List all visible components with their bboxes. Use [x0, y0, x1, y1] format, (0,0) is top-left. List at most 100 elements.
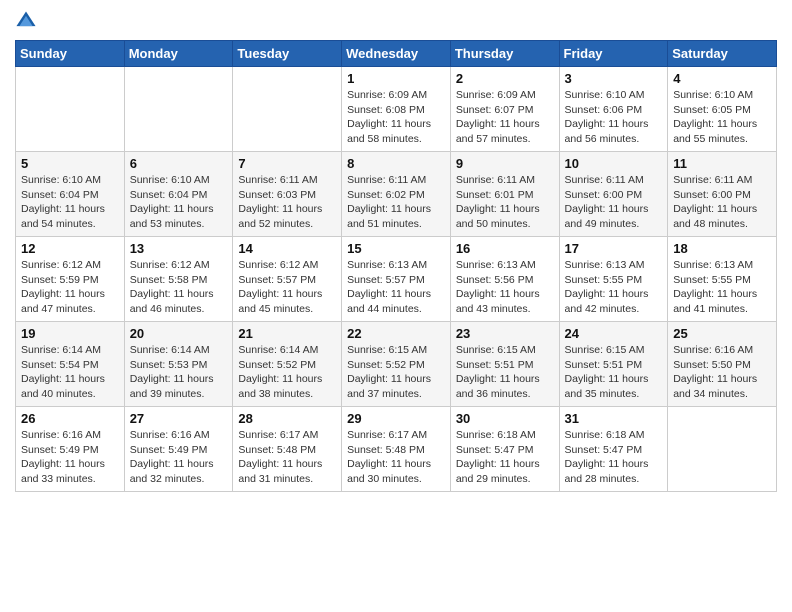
- day-info: Sunrise: 6:13 AMSunset: 5:57 PMDaylight:…: [347, 258, 445, 317]
- day-number: 3: [565, 71, 663, 86]
- day-cell: 26Sunrise: 6:16 AMSunset: 5:49 PMDayligh…: [16, 407, 125, 492]
- day-info: Sunrise: 6:14 AMSunset: 5:53 PMDaylight:…: [130, 343, 228, 402]
- day-info: Sunrise: 6:18 AMSunset: 5:47 PMDaylight:…: [456, 428, 554, 487]
- day-info: Sunrise: 6:12 AMSunset: 5:58 PMDaylight:…: [130, 258, 228, 317]
- day-cell: [16, 67, 125, 152]
- day-info: Sunrise: 6:18 AMSunset: 5:47 PMDaylight:…: [565, 428, 663, 487]
- day-number: 2: [456, 71, 554, 86]
- day-cell: [668, 407, 777, 492]
- day-cell: 30 Sunrise: 6:18 AMSunset: 5:47 PMDayligh…: [450, 407, 559, 492]
- day-number: 10: [565, 156, 663, 171]
- week-row-5: 26Sunrise: 6:16 AMSunset: 5:49 PMDayligh…: [16, 407, 777, 492]
- week-row-2: 5 Sunrise: 6:10 AMSunset: 6:04 PMDaylight…: [16, 152, 777, 237]
- calendar-container: SundayMondayTuesdayWednesdayThursdayFrid…: [0, 0, 792, 502]
- day-cell: 15 Sunrise: 6:13 AMSunset: 5:57 PMDayligh…: [342, 237, 451, 322]
- day-number: 12: [21, 241, 119, 256]
- day-info: Sunrise: 6:13 AMSunset: 5:55 PMDaylight:…: [565, 258, 663, 317]
- day-info: Sunrise: 6:15 AMSunset: 5:51 PMDaylight:…: [456, 343, 554, 402]
- day-info: Sunrise: 6:11 AMSunset: 6:00 PMDaylight:…: [673, 173, 771, 232]
- day-number: 19: [21, 326, 119, 341]
- day-number: 8: [347, 156, 445, 171]
- day-number: 1: [347, 71, 445, 86]
- weekday-sunday: Sunday: [16, 41, 125, 67]
- day-number: 31: [565, 411, 663, 426]
- day-cell: 16 Sunrise: 6:13 AMSunset: 5:56 PMDayligh…: [450, 237, 559, 322]
- day-cell: 14 Sunrise: 6:12 AMSunset: 5:57 PMDayligh…: [233, 237, 342, 322]
- day-info: Sunrise: 6:11 AMSunset: 6:02 PMDaylight:…: [347, 173, 445, 232]
- weekday-tuesday: Tuesday: [233, 41, 342, 67]
- day-info: Sunrise: 6:16 AMSunset: 5:50 PMDaylight:…: [673, 343, 771, 402]
- day-number: 13: [130, 241, 228, 256]
- day-info: Sunrise: 6:10 AMSunset: 6:04 PMDaylight:…: [21, 173, 119, 232]
- day-info: Sunrise: 6:17 AMSunset: 5:48 PMDaylight:…: [347, 428, 445, 487]
- day-cell: 10Sunrise: 6:11 AMSunset: 6:00 PMDayligh…: [559, 152, 668, 237]
- day-info: Sunrise: 6:15 AMSunset: 5:51 PMDaylight:…: [565, 343, 663, 402]
- day-cell: 5 Sunrise: 6:10 AMSunset: 6:04 PMDaylight…: [16, 152, 125, 237]
- day-number: 27: [130, 411, 228, 426]
- day-cell: 12 Sunrise: 6:12 AMSunset: 5:59 PMDayligh…: [16, 237, 125, 322]
- day-number: 15: [347, 241, 445, 256]
- day-info: Sunrise: 6:13 AMSunset: 5:55 PMDaylight:…: [673, 258, 771, 317]
- day-cell: 1 Sunrise: 6:09 AMSunset: 6:08 PMDaylight…: [342, 67, 451, 152]
- day-info: Sunrise: 6:09 AMSunset: 6:07 PMDaylight:…: [456, 88, 554, 147]
- day-number: 20: [130, 326, 228, 341]
- day-info: Sunrise: 6:16 AMSunset: 5:49 PMDaylight:…: [21, 428, 119, 487]
- day-info: Sunrise: 6:10 AMSunset: 6:04 PMDaylight:…: [130, 173, 228, 232]
- day-cell: 8 Sunrise: 6:11 AMSunset: 6:02 PMDaylight…: [342, 152, 451, 237]
- day-number: 21: [238, 326, 336, 341]
- day-number: 9: [456, 156, 554, 171]
- day-cell: 18 Sunrise: 6:13 AMSunset: 5:55 PMDayligh…: [668, 237, 777, 322]
- day-cell: 25 Sunrise: 6:16 AMSunset: 5:50 PMDayligh…: [668, 322, 777, 407]
- day-number: 30: [456, 411, 554, 426]
- day-cell: 21Sunrise: 6:14 AMSunset: 5:52 PMDayligh…: [233, 322, 342, 407]
- day-cell: 4Sunrise: 6:10 AMSunset: 6:05 PMDaylight…: [668, 67, 777, 152]
- day-cell: 23 Sunrise: 6:15 AMSunset: 5:51 PMDayligh…: [450, 322, 559, 407]
- day-cell: 27 Sunrise: 6:16 AMSunset: 5:49 PMDayligh…: [124, 407, 233, 492]
- weekday-monday: Monday: [124, 41, 233, 67]
- day-cell: 20 Sunrise: 6:14 AMSunset: 5:53 PMDayligh…: [124, 322, 233, 407]
- day-cell: 9 Sunrise: 6:11 AMSunset: 6:01 PMDaylight…: [450, 152, 559, 237]
- day-number: 25: [673, 326, 771, 341]
- day-cell: 29 Sunrise: 6:17 AMSunset: 5:48 PMDayligh…: [342, 407, 451, 492]
- day-number: 5: [21, 156, 119, 171]
- day-info: Sunrise: 6:15 AMSunset: 5:52 PMDaylight:…: [347, 343, 445, 402]
- day-cell: 3 Sunrise: 6:10 AMSunset: 6:06 PMDaylight…: [559, 67, 668, 152]
- day-number: 24: [565, 326, 663, 341]
- day-cell: 24 Sunrise: 6:15 AMSunset: 5:51 PMDayligh…: [559, 322, 668, 407]
- logo-icon: [15, 10, 37, 32]
- day-info: Sunrise: 6:11 AMSunset: 6:03 PMDaylight:…: [238, 173, 336, 232]
- day-info: Sunrise: 6:12 AMSunset: 5:57 PMDaylight:…: [238, 258, 336, 317]
- day-cell: 17 Sunrise: 6:13 AMSunset: 5:55 PMDayligh…: [559, 237, 668, 322]
- day-cell: 6Sunrise: 6:10 AMSunset: 6:04 PMDaylight…: [124, 152, 233, 237]
- calendar-table: SundayMondayTuesdayWednesdayThursdayFrid…: [15, 40, 777, 492]
- day-info: Sunrise: 6:12 AMSunset: 5:59 PMDaylight:…: [21, 258, 119, 317]
- weekday-header-row: SundayMondayTuesdayWednesdayThursdayFrid…: [16, 41, 777, 67]
- day-number: 28: [238, 411, 336, 426]
- day-info: Sunrise: 6:10 AMSunset: 6:06 PMDaylight:…: [565, 88, 663, 147]
- day-number: 22: [347, 326, 445, 341]
- day-info: Sunrise: 6:16 AMSunset: 5:49 PMDaylight:…: [130, 428, 228, 487]
- day-cell: 2 Sunrise: 6:09 AMSunset: 6:07 PMDaylight…: [450, 67, 559, 152]
- day-cell: [124, 67, 233, 152]
- week-row-3: 12 Sunrise: 6:12 AMSunset: 5:59 PMDayligh…: [16, 237, 777, 322]
- day-number: 7: [238, 156, 336, 171]
- day-info: Sunrise: 6:17 AMSunset: 5:48 PMDaylight:…: [238, 428, 336, 487]
- day-number: 29: [347, 411, 445, 426]
- day-number: 23: [456, 326, 554, 341]
- day-info: Sunrise: 6:13 AMSunset: 5:56 PMDaylight:…: [456, 258, 554, 317]
- day-number: 18: [673, 241, 771, 256]
- day-info: Sunrise: 6:09 AMSunset: 6:08 PMDaylight:…: [347, 88, 445, 147]
- weekday-saturday: Saturday: [668, 41, 777, 67]
- week-row-4: 19 Sunrise: 6:14 AMSunset: 5:54 PMDayligh…: [16, 322, 777, 407]
- day-number: 14: [238, 241, 336, 256]
- day-number: 11: [673, 156, 771, 171]
- day-info: Sunrise: 6:11 AMSunset: 6:01 PMDaylight:…: [456, 173, 554, 232]
- day-cell: 31 Sunrise: 6:18 AMSunset: 5:47 PMDayligh…: [559, 407, 668, 492]
- weekday-wednesday: Wednesday: [342, 41, 451, 67]
- header: [15, 10, 777, 32]
- day-number: 16: [456, 241, 554, 256]
- day-cell: [233, 67, 342, 152]
- day-cell: 7 Sunrise: 6:11 AMSunset: 6:03 PMDaylight…: [233, 152, 342, 237]
- day-info: Sunrise: 6:14 AMSunset: 5:54 PMDaylight:…: [21, 343, 119, 402]
- day-number: 17: [565, 241, 663, 256]
